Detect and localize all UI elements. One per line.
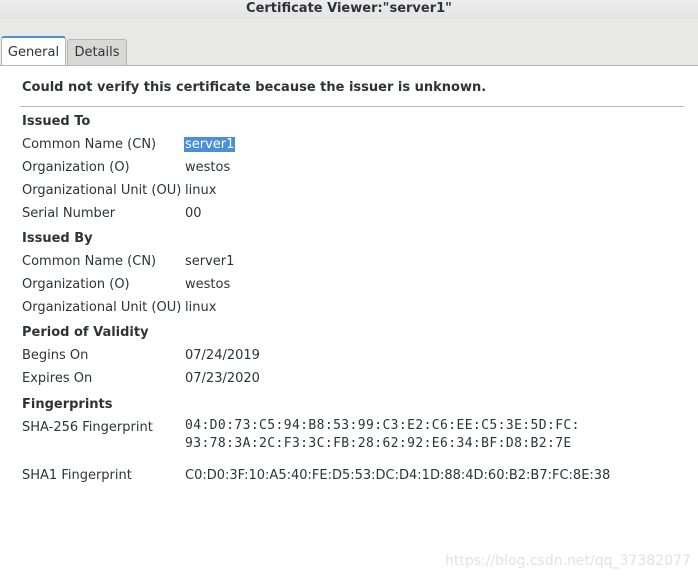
issued-to-org-value[interactable]: westos	[185, 160, 230, 175]
issued-by-org-value[interactable]: westos	[185, 277, 230, 292]
issued-to-org-label: Organization (O)	[22, 160, 130, 175]
issued-to-cn-value[interactable]: server1	[184, 137, 236, 152]
fingerprints-heading: Fingerprints	[22, 397, 113, 412]
issued-to-heading: Issued To	[22, 114, 91, 129]
issued-by-cn-label: Common Name (CN)	[22, 254, 157, 269]
issued-by-heading: Issued By	[22, 231, 93, 246]
sha256-line-1[interactable]: 04:D0:73:C5:94:B8:53:99:C3:E2:C6:EE:C5:3…	[185, 417, 580, 435]
tab-general[interactable]: General	[1, 36, 66, 65]
expires-on-value[interactable]: 07/23/2020	[185, 371, 260, 386]
serial-number-label: Serial Number	[22, 206, 116, 221]
general-panel: Could not verify this certificate becaus…	[0, 66, 698, 582]
issued-by-ou-label: Organizational Unit (OU)	[22, 300, 182, 315]
issued-to-ou-label: Organizational Unit (OU)	[22, 183, 182, 198]
issued-to-cn-label: Common Name (CN)	[22, 137, 157, 152]
begins-on-value[interactable]: 07/24/2019	[185, 348, 260, 363]
sha1-value[interactable]: C0:D0:3F:10:A5:40:FE:D5:53:DC:D4:1D:88:4…	[185, 468, 610, 483]
sha256-line-2[interactable]: 93:78:3A:2C:F3:3C:FB:28:62:92:E6:34:BF:D…	[185, 435, 572, 453]
begins-on-label: Begins On	[22, 348, 89, 363]
serial-number-value[interactable]: 00	[185, 206, 202, 221]
sha256-label: SHA-256 Fingerprint	[22, 420, 153, 435]
expires-on-label: Expires On	[22, 371, 93, 386]
separator	[20, 106, 684, 107]
issued-by-org-label: Organization (O)	[22, 277, 130, 292]
tab-bar: General Details	[0, 19, 698, 66]
sha1-label: SHA1 Fingerprint	[22, 468, 132, 483]
validity-heading: Period of Validity	[22, 325, 149, 340]
issued-by-ou-value[interactable]: linux	[185, 300, 216, 315]
issued-to-ou-value[interactable]: linux	[185, 183, 216, 198]
window-title: Certificate Viewer:"server1"	[0, 0, 698, 19]
issued-by-cn-value[interactable]: server1	[185, 254, 234, 269]
watermark-text: https://blog.csdn.net/qq_37382077	[445, 553, 691, 569]
verification-warning: Could not verify this certificate becaus…	[22, 80, 487, 95]
tab-details[interactable]: Details	[67, 39, 127, 65]
